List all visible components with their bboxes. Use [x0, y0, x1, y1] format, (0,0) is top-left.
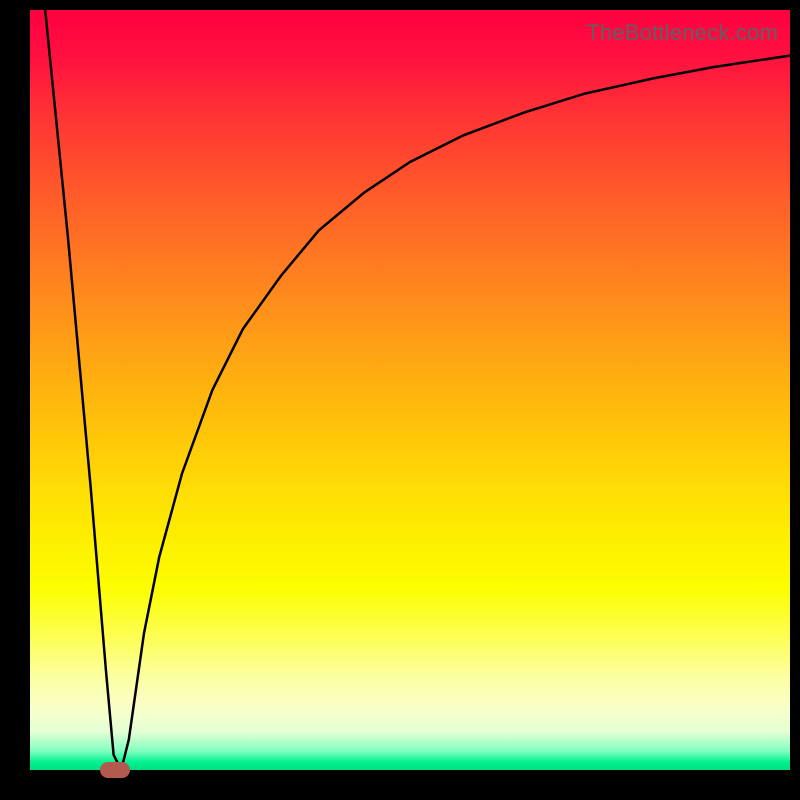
curve-path [45, 10, 790, 770]
bottleneck-curve [30, 10, 790, 770]
chart-frame: TheBottleneck.com [0, 0, 800, 800]
optimum-marker [100, 762, 130, 778]
plot-area: TheBottleneck.com [30, 10, 790, 770]
